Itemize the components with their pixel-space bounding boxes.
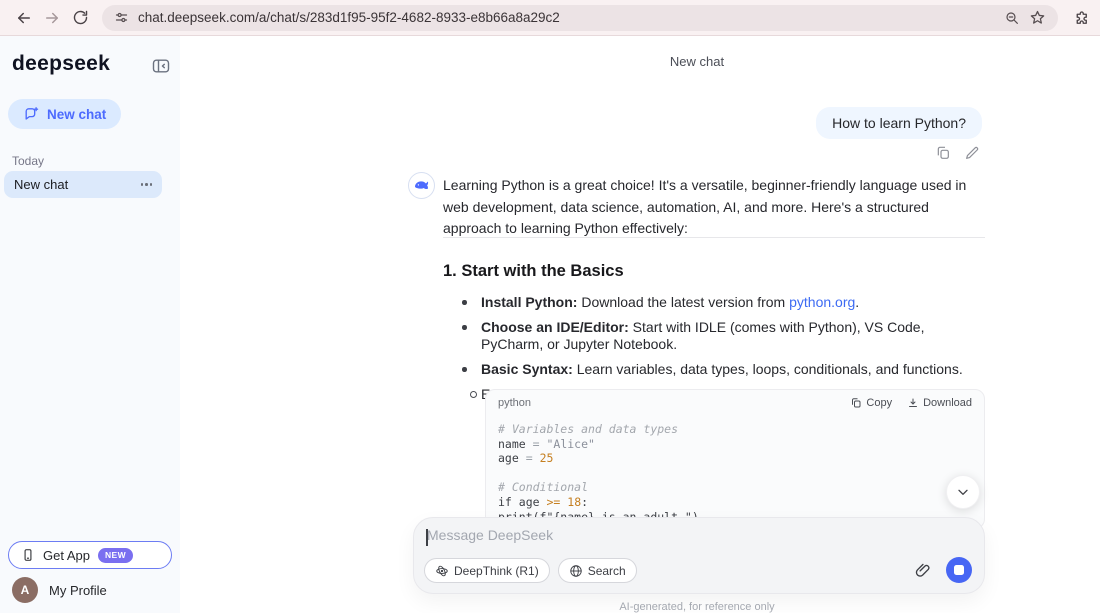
sidebar: deepseek New chat Today New chat Get App (0, 36, 180, 613)
code-block: python Copy Download # Variables and dat… (485, 389, 985, 529)
globe-icon (569, 564, 583, 578)
extensions-icon[interactable] (1072, 9, 1090, 27)
download-code-button[interactable]: Download (907, 397, 972, 409)
code-language-label: python (498, 397, 532, 409)
deepthink-toggle[interactable]: DeepThink (R1) (424, 558, 550, 583)
user-message-bubble: How to learn Python? (816, 107, 982, 139)
chevron-down-icon (955, 484, 971, 500)
deepseek-logo: deepseek (12, 52, 111, 75)
history-item-new-chat[interactable]: New chat (4, 171, 162, 198)
site-settings-icon[interactable] (114, 10, 129, 25)
chat-main: New chat How to learn Python? Learning P… (180, 36, 1100, 613)
avatar: A (12, 577, 38, 603)
expand-code-button[interactable] (946, 475, 980, 509)
new-chat-button[interactable]: New chat (8, 99, 122, 129)
attach-paperclip-icon[interactable] (913, 561, 932, 580)
profile-button[interactable]: A My Profile (12, 577, 107, 603)
more-options-icon[interactable] (140, 183, 152, 186)
section-heading: 1. Start with the Basics (443, 262, 624, 280)
new-chat-label: New chat (47, 106, 107, 122)
edit-message-icon[interactable] (964, 145, 980, 161)
send-button[interactable] (946, 557, 972, 583)
list-item: Install Python: Download the latest vers… (443, 294, 986, 311)
copy-message-icon[interactable] (935, 145, 951, 161)
get-app-button[interactable]: Get App NEW (8, 541, 172, 569)
search-label: Search (587, 563, 626, 578)
assistant-intro: Learning Python is a great choice! It's … (443, 177, 967, 236)
deepthink-label: DeepThink (R1) (454, 563, 539, 578)
message-input[interactable] (427, 527, 847, 543)
collapse-sidebar-icon[interactable] (151, 56, 171, 81)
atom-icon (435, 564, 449, 578)
browser-chrome: chat.deepseek.com/a/chat/s/283d1f95-95f2… (0, 0, 1100, 36)
profile-label: My Profile (49, 582, 107, 598)
disclaimer-text: AI-generated, for reference only (619, 601, 775, 613)
code-content: # Variables and data types name = "Alice"… (498, 422, 699, 524)
chat-title: New chat (669, 54, 725, 69)
divider (443, 237, 985, 238)
browser-window: chat.deepseek.com/a/chat/s/283d1f95-95f2… (0, 0, 1100, 613)
stop-square-icon (954, 565, 964, 575)
history-section-label: Today (12, 154, 45, 168)
history-item-label: New chat (14, 177, 69, 192)
bookmark-star-icon[interactable] (1029, 9, 1046, 26)
message-actions (935, 145, 980, 161)
forward-icon[interactable] (38, 4, 66, 32)
chat-plus-icon (23, 106, 40, 123)
message-composer: DeepThink (R1) Search (413, 517, 985, 594)
composer-actions (913, 557, 972, 583)
url-bar[interactable]: chat.deepseek.com/a/chat/s/283d1f95-95f2… (102, 4, 1058, 31)
composer-toggles: DeepThink (R1) Search (424, 558, 637, 583)
reload-icon[interactable] (66, 4, 94, 32)
url-text: chat.deepseek.com/a/chat/s/283d1f95-95f2… (138, 10, 560, 25)
new-badge: NEW (97, 547, 134, 563)
list-item: Basic Syntax: Learn variables, data type… (443, 361, 986, 378)
back-icon[interactable] (10, 4, 38, 32)
copy-code-button[interactable]: Copy (850, 397, 892, 409)
code-block-header: python Copy Download (486, 390, 984, 416)
get-app-label: Get App (43, 547, 90, 563)
phone-icon (21, 548, 35, 562)
zoom-out-icon[interactable] (1004, 10, 1020, 26)
python-org-link[interactable]: python.org (789, 294, 855, 310)
list-item: Choose an IDE/Editor: Start with IDLE (c… (443, 319, 986, 353)
search-toggle[interactable]: Search (557, 558, 637, 583)
deepseek-whale-icon (408, 172, 435, 199)
